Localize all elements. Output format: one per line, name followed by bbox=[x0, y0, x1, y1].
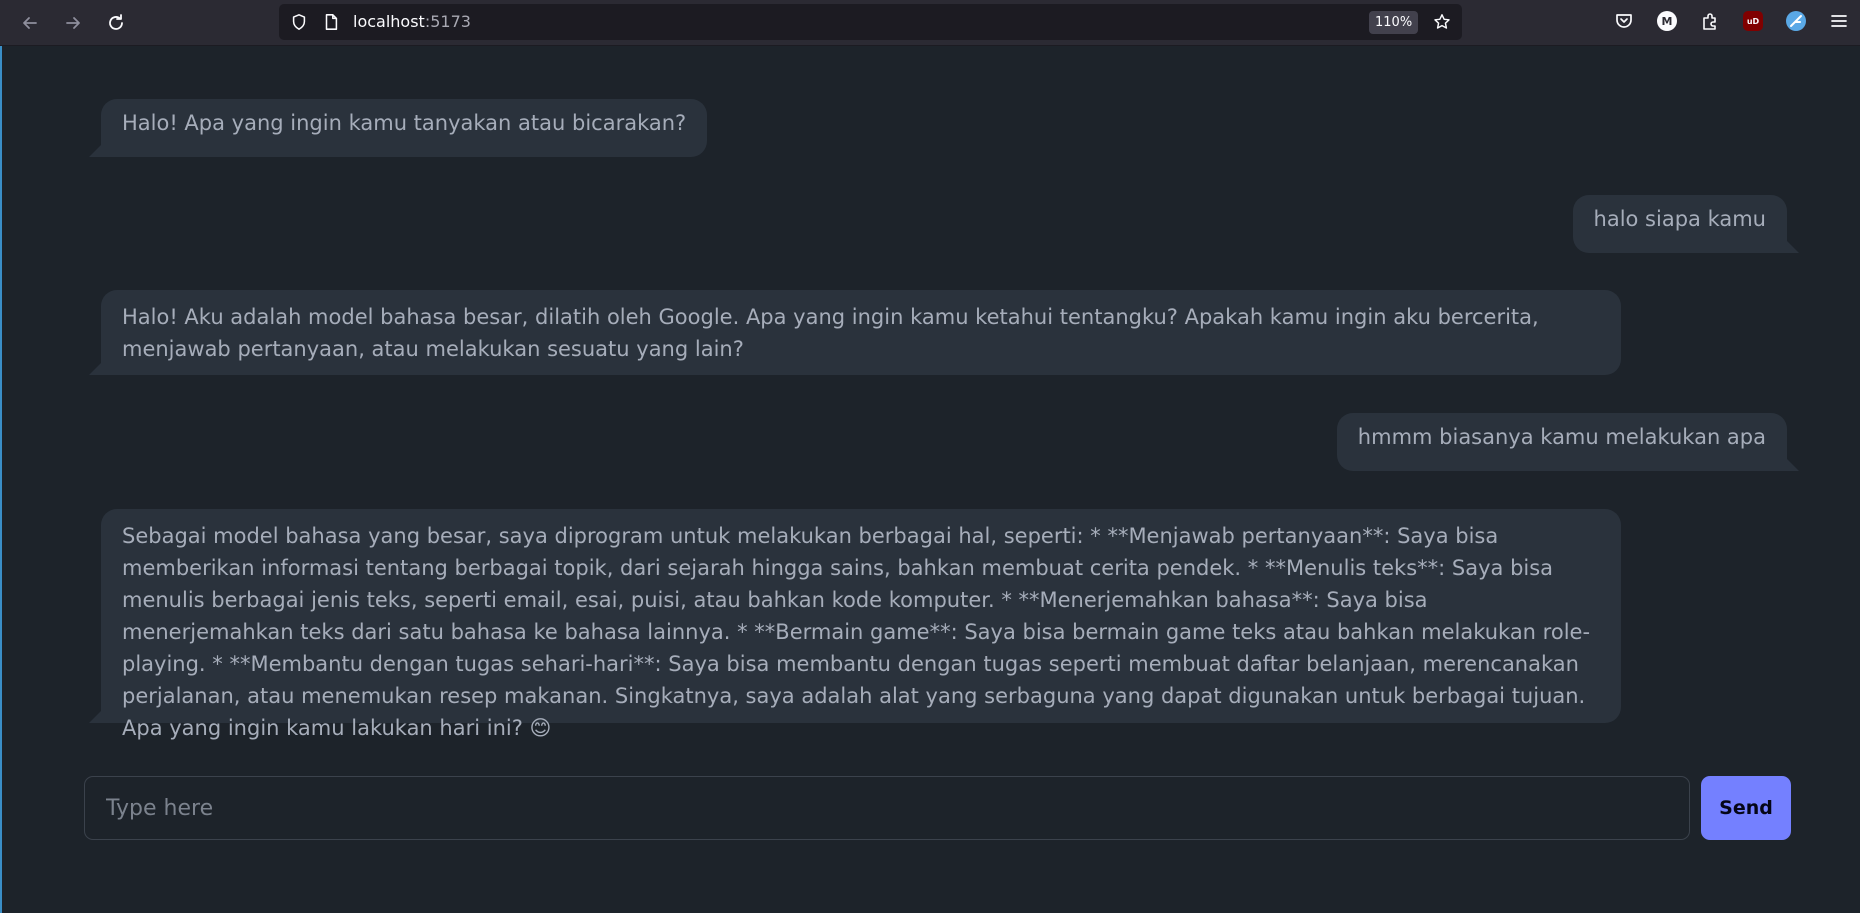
bot-message: Sebagai model bahasa yang besar, saya di… bbox=[101, 509, 1621, 740]
ublock-icon[interactable]: uD bbox=[1742, 10, 1764, 32]
message-composer: Send bbox=[84, 776, 1792, 840]
pocket-icon[interactable] bbox=[1613, 10, 1635, 32]
message-input[interactable] bbox=[84, 776, 1690, 840]
url-text[interactable]: localhost:5173 bbox=[353, 12, 471, 31]
bot-message: Halo! Apa yang ingin kamu tanyakan atau … bbox=[101, 99, 708, 157]
url-host: localhost bbox=[353, 12, 425, 31]
menu-icon[interactable] bbox=[1828, 10, 1850, 32]
bookmark-star-icon[interactable] bbox=[1432, 12, 1452, 32]
url-port: :5173 bbox=[424, 12, 471, 31]
forward-icon[interactable] bbox=[56, 6, 90, 40]
shield-icon[interactable] bbox=[289, 12, 309, 32]
feather-icon bbox=[1786, 11, 1806, 31]
page-icon[interactable] bbox=[321, 12, 341, 32]
back-icon[interactable] bbox=[13, 6, 47, 40]
send-button[interactable]: Send bbox=[1701, 776, 1791, 840]
extension-blue-icon[interactable] bbox=[1785, 10, 1807, 32]
user-message: hmmm biasanya kamu melakukan apa bbox=[1336, 413, 1787, 471]
account-icon[interactable]: M bbox=[1656, 10, 1678, 32]
zoom-badge[interactable]: 110% bbox=[1369, 11, 1419, 34]
chat-page: Halo! Apa yang ingin kamu tanyakan atau … bbox=[0, 46, 1860, 913]
url-bar[interactable]: localhost:5173 110% bbox=[279, 4, 1462, 40]
ublock-label: uD bbox=[1743, 11, 1763, 31]
reload-icon[interactable] bbox=[99, 6, 133, 40]
account-initial: M bbox=[1657, 11, 1677, 31]
user-message: halo siapa kamu bbox=[1572, 195, 1787, 253]
extensions-icon[interactable] bbox=[1699, 10, 1721, 32]
browser-toolbar: localhost:5173 110% M uD bbox=[0, 0, 1860, 46]
bot-message: Halo! Aku adalah model bahasa besar, dil… bbox=[101, 290, 1621, 375]
